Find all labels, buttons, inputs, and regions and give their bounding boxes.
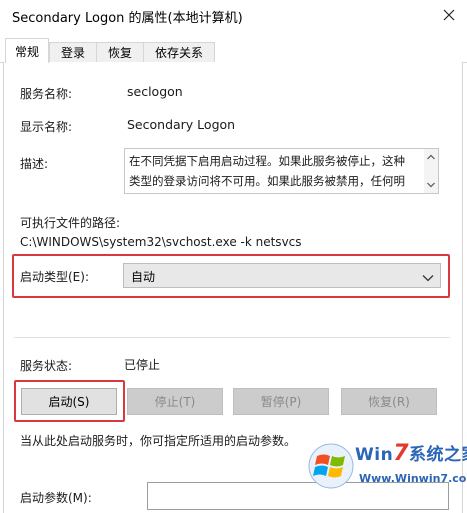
watermark-brand-prefix: Win (355, 445, 394, 465)
windows-logo-icon (308, 443, 354, 489)
exe-path-label: 可执行文件的路径: (20, 216, 121, 230)
start-button[interactable]: 启动(S) (21, 388, 117, 415)
scroll-up-icon[interactable] (427, 153, 435, 161)
exe-path-value: C:\WINDOWS\system32\svchost.exe -k netsv… (20, 235, 302, 249)
close-icon (443, 9, 455, 21)
stop-button[interactable]: 停止(T) (127, 388, 223, 415)
service-status-label: 服务状态: (20, 359, 73, 373)
window-title: Secondary Logon 的属性(本地计算机) (12, 11, 243, 26)
watermark-url: Www.Winwin7.com (359, 472, 467, 485)
start-params-label: 启动参数(M): (20, 491, 92, 505)
service-name-value: seclogon (127, 84, 183, 99)
start-params-hint: 当从此处启动服务时，你可指定所适用的启动参数。 (20, 434, 297, 448)
watermark-logo: Win7系统之家 Www.Winwin7.com (307, 436, 467, 498)
resume-button[interactable]: 恢复(R) (341, 388, 437, 415)
description-box[interactable]: 在不同凭据下启用启动过程。如果此服务被停止，这种 类型的登录访问将不可用。如果此… (124, 148, 439, 194)
display-name-label: 显示名称: (20, 120, 73, 134)
tab-logon[interactable]: 登录 (49, 42, 97, 62)
startup-type-select[interactable]: 自动 (123, 263, 441, 288)
service-status-value: 已停止 (124, 358, 161, 372)
title-bar: Secondary Logon 的属性(本地计算机) (0, 0, 467, 32)
chevron-down-icon (422, 271, 434, 282)
close-button[interactable] (436, 4, 462, 26)
display-name-value: Secondary Logon (127, 117, 236, 132)
description-line-1: 在不同凭据下启用启动过程。如果此服务被停止，这种 (129, 154, 405, 168)
service-name-label: 服务名称: (20, 87, 73, 101)
pause-button[interactable]: 暂停(P) (233, 388, 329, 415)
tab-recovery[interactable]: 恢复 (96, 42, 144, 62)
tab-general[interactable]: 常规 (5, 38, 49, 63)
description-scrollbar[interactable] (424, 149, 438, 193)
watermark-brand: Win7系统之家 (355, 440, 467, 466)
section-divider (14, 337, 450, 338)
scroll-down-icon[interactable] (427, 181, 435, 189)
description-label: 描述: (20, 157, 49, 171)
watermark-brand-suffix: 系统之家 (409, 445, 467, 465)
description-line-2: 类型的登录访问将不可用。如果此服务被禁用，任何明 (129, 174, 405, 188)
startup-type-label: 启动类型(E): (20, 270, 89, 284)
tab-dependencies[interactable]: 依存关系 (143, 42, 215, 62)
description-text: 在不同凭据下启用启动过程。如果此服务被停止，这种 类型的登录访问将不可用。如果此… (129, 151, 421, 191)
startup-type-value: 自动 (131, 270, 156, 284)
watermark-brand-seven: 7 (393, 441, 409, 466)
